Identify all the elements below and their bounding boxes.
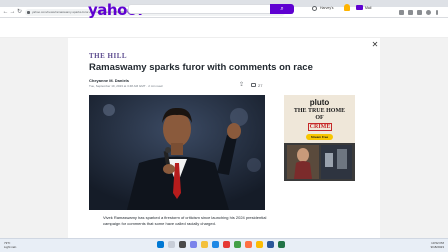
start-icon[interactable] bbox=[157, 241, 164, 248]
weather-widget[interactable]: 73°F Light rain bbox=[4, 241, 16, 249]
article-dateline: Tue, September 19, 2023 at 3:48 AM GMT ·… bbox=[89, 84, 163, 88]
article-photo-illustration bbox=[89, 95, 265, 210]
user-name[interactable]: Harvey's bbox=[320, 6, 334, 10]
share-icon[interactable]: ⇪ bbox=[239, 82, 244, 88]
menu-icon[interactable] bbox=[436, 10, 438, 15]
mail-link[interactable]: Mail bbox=[365, 6, 371, 10]
ad-poster-image bbox=[284, 143, 355, 181]
file-explorer-icon[interactable] bbox=[201, 241, 208, 248]
sidebar-icon[interactable] bbox=[417, 10, 422, 15]
extensions-icon[interactable] bbox=[399, 10, 404, 15]
search-input[interactable] bbox=[128, 4, 293, 14]
bookmark-icon[interactable] bbox=[408, 10, 413, 15]
app-orange-icon[interactable] bbox=[245, 241, 252, 248]
notification-bell-icon[interactable] bbox=[344, 4, 350, 11]
comment-icon[interactable] bbox=[251, 83, 256, 87]
search-button[interactable]: ⌕ bbox=[270, 4, 294, 14]
yahoo-header bbox=[0, 18, 448, 38]
close-icon[interactable]: ✕ bbox=[370, 40, 380, 50]
article-body: Vivek Ramaswamy has sparked a firestorm … bbox=[103, 215, 267, 226]
article-headline: Ramaswamy sparks furor with comments on … bbox=[89, 62, 313, 73]
task-view-icon[interactable] bbox=[179, 241, 186, 248]
teams-icon[interactable] bbox=[190, 241, 197, 248]
back-icon[interactable]: ← bbox=[2, 9, 9, 16]
system-clock[interactable]: 10:52 PM 9/18/2023 bbox=[414, 241, 444, 249]
advertisement[interactable]: pluto THE TRUE HOME OF CRIME Stream Free bbox=[284, 95, 355, 181]
ad-tagline-of: OF bbox=[315, 115, 324, 121]
comment-count[interactable]: 27 bbox=[258, 83, 262, 88]
ad-crime-label: CRIME bbox=[308, 123, 332, 131]
excel-icon[interactable] bbox=[278, 241, 285, 248]
app-green-icon[interactable] bbox=[234, 241, 241, 248]
mail-icon[interactable] bbox=[356, 5, 363, 10]
clock-date: 9/18/2023 bbox=[430, 245, 444, 249]
article-photo bbox=[89, 95, 265, 210]
ad-tagline: THE TRUE HOME bbox=[293, 108, 346, 114]
forward-icon[interactable]: → bbox=[9, 9, 16, 16]
article-author[interactable]: Cheyanne M. Daniels bbox=[89, 78, 129, 83]
app-red-icon[interactable] bbox=[223, 241, 230, 248]
word-icon[interactable] bbox=[267, 241, 274, 248]
lock-icon bbox=[27, 11, 30, 14]
user-icon[interactable] bbox=[312, 6, 317, 11]
publisher-name[interactable]: THE HILL bbox=[89, 52, 127, 60]
ad-stream-button[interactable]: Stream Free bbox=[306, 134, 333, 140]
ad-brand-logo: pluto bbox=[309, 98, 330, 107]
search-taskbar-icon[interactable] bbox=[168, 241, 175, 248]
profile-icon[interactable] bbox=[426, 10, 431, 15]
weather-condition: Light rain bbox=[4, 245, 17, 249]
chrome-icon[interactable] bbox=[256, 241, 263, 248]
reload-icon[interactable]: ↻ bbox=[16, 9, 23, 16]
edge-icon[interactable] bbox=[212, 241, 219, 248]
